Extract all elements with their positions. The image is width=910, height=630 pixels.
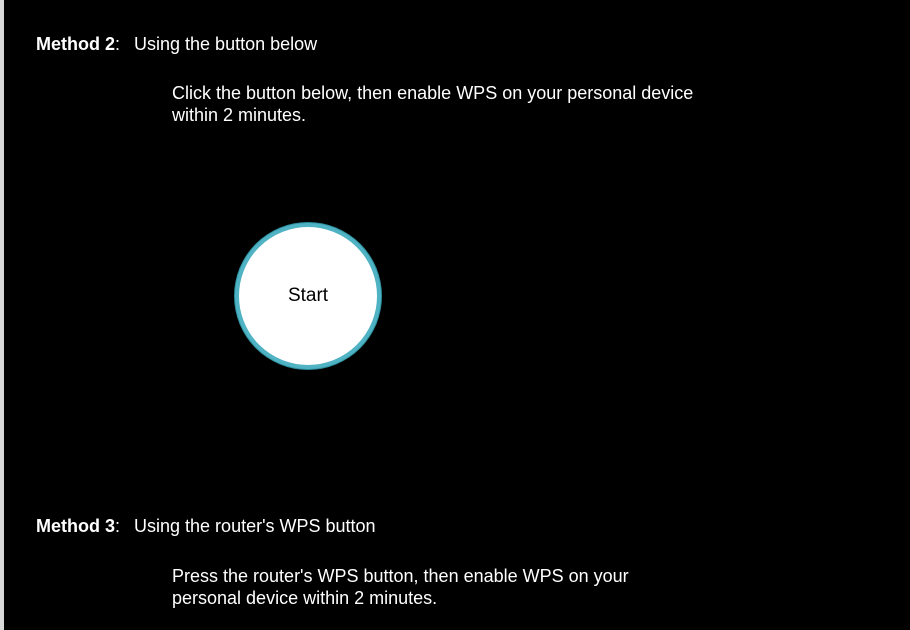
start-wps-button[interactable]: Start xyxy=(235,223,381,369)
method-3-colon: : xyxy=(115,516,121,536)
method-2-header: Method 2: Using the button below xyxy=(36,34,317,55)
method-3-title: Using the router's WPS button xyxy=(134,516,376,536)
method-2-colon: : xyxy=(115,34,121,54)
method-3-header: Method 3: Using the router's WPS button xyxy=(36,516,376,537)
method-3-description: Press the router's WPS button, then enab… xyxy=(172,565,910,609)
method-3-description-line-1: Press the router's WPS button, then enab… xyxy=(172,566,629,586)
start-button-label: Start xyxy=(287,285,329,306)
method-3-label: Method 3 xyxy=(36,516,115,536)
method-2-description-line-1: Click the button below, then enable WPS … xyxy=(172,83,694,103)
method-2-title: Using the button below xyxy=(134,34,318,54)
method-2-description-line-2: within 2 minutes. xyxy=(172,105,307,125)
method-2-description: Click the button below, then enable WPS … xyxy=(172,82,910,126)
method-3-description-line-2: personal device within 2 minutes. xyxy=(172,588,438,608)
method-2-label: Method 2 xyxy=(36,34,115,54)
wps-page: Method 2: Using the button below Click t… xyxy=(0,0,910,630)
